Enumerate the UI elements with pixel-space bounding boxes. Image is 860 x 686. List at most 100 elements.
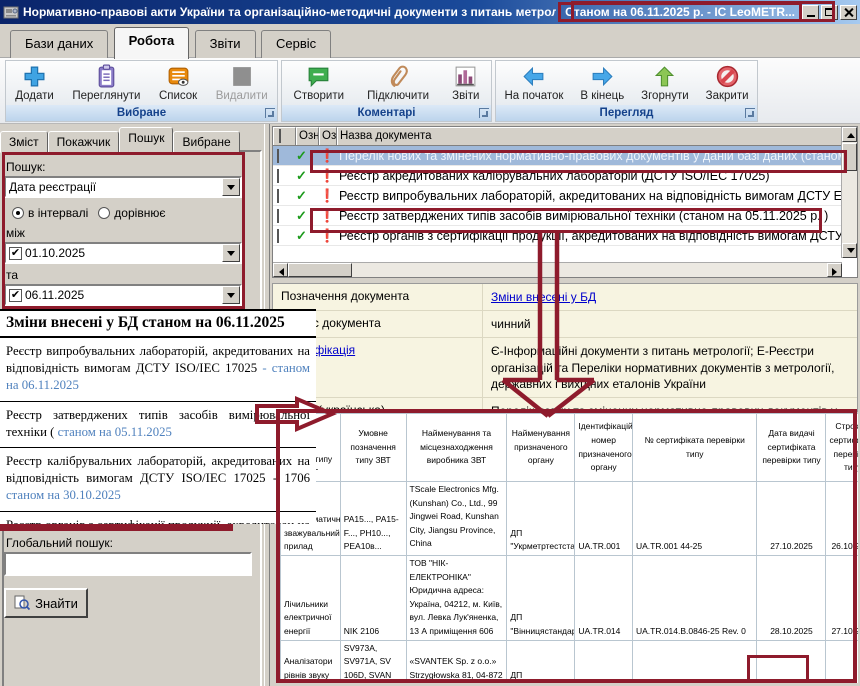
doc-title[interactable]: Реєстр затверджених типів засобів вимірю… [337,209,857,223]
arrow-up-icon [652,64,677,89]
annotation-bar [0,524,233,531]
check-mark-icon: ✓ [296,148,307,163]
tab-zvity[interactable]: Звіти [195,30,256,58]
global-search-input[interactable] [4,552,252,576]
exclamation-icon: ❗ [319,208,335,223]
column-ozn-2[interactable]: Озн [319,127,337,145]
close-db-label: Закрити [706,90,749,102]
dialog-launcher-icon[interactable] [479,108,489,118]
doc-row[interactable]: ✓ ❗ Перелік нових та змінених нормативно… [273,146,857,166]
check-mark-icon: ✓ [296,228,307,243]
minimize-button[interactable] [802,5,819,20]
collapse-button[interactable]: Згорнути [637,63,692,103]
column-doc-name[interactable]: Назва документа [337,127,857,145]
list-button-label: Список [159,90,197,102]
sidebar-tab-zmist[interactable]: Зміст [0,131,48,153]
date-to-select[interactable]: ✔ 06.11.2025 [4,284,242,306]
date-from-checkbox[interactable]: ✔ [9,247,22,260]
find-button[interactable]: Знайти [4,588,88,618]
reports-label: Звіти [452,90,479,102]
attach-button[interactable]: Підключити [363,63,433,103]
equipment-row: Лічильники електричної енергії NIK 2106 … [281,556,859,641]
scrollbar-thumb[interactable] [842,143,857,171]
header-checkbox-cell[interactable] [273,127,296,145]
scroll-right-button[interactable] [827,263,842,277]
add-button[interactable]: Додати [11,63,58,103]
exclamation-icon: ❗ [319,188,335,203]
row-checkbox[interactable] [277,169,279,183]
tab-robota[interactable]: Робота [114,27,190,59]
row-checkbox[interactable] [277,209,279,223]
col-header: Ідентифікаційний номер призначеного орга… [575,414,633,482]
doc-row[interactable]: ✓ ❗ Реєстр органів з сертифікації продук… [273,226,857,246]
close-db-button[interactable]: Закрити [702,63,753,103]
row-checkbox[interactable] [277,189,279,203]
chevron-down-icon[interactable] [222,244,240,262]
collapse-label: Згорнути [641,90,688,102]
list-button[interactable]: Список [155,63,201,103]
doc-title[interactable]: Реєстр випробувальних лабораторій, акред… [337,189,857,203]
cell: NIK 2106 [340,556,406,641]
doc-title[interactable]: Реєстр органів з сертифікації продукції,… [337,229,857,243]
check-mark-icon: ✓ [296,168,307,183]
tab-bazy-danykh[interactable]: Бази даних [10,30,108,58]
col-header: Дата видачі сертифіката перевірки типу [757,414,826,482]
create-comment-button[interactable]: Створити [290,63,348,103]
tab-servis[interactable]: Сервіс [261,30,331,58]
chevron-down-icon[interactable] [222,178,240,196]
date-to-checkbox[interactable]: ✔ [9,289,22,302]
changes-title: Зміни внесені у БД станом на 06.11.2025 [0,311,316,338]
delete-button-label: Видалити [216,90,268,102]
delete-button[interactable]: Видалити [212,63,272,103]
scrollbar-thumb[interactable] [288,263,352,277]
add-button-label: Додати [15,90,54,102]
go-last-button[interactable]: В кінець [576,63,628,103]
doc-title[interactable]: Перелік нових та змінених нормативно-пра… [337,149,857,163]
scroll-left-button[interactable] [273,263,288,277]
sidebar-tab-pokazhchyk[interactable]: Покажчик [48,131,120,153]
dialog-launcher-icon[interactable] [745,108,755,118]
maximize-button[interactable] [821,5,838,20]
search-field-select[interactable]: Дата реєстрації [4,176,242,198]
changes-popup: Зміни внесені у БД станом на 06.11.2025 … [0,309,316,524]
sidebar-tab-poshuk[interactable]: Пошук [119,127,173,153]
vertical-scrollbar[interactable] [841,127,857,258]
cell: 27.10.2025 [757,482,826,556]
horizontal-scrollbar[interactable] [273,262,842,277]
scroll-down-button[interactable] [842,243,857,258]
close-button[interactable] [840,5,857,20]
cell: Лічильники електричної енергії [281,556,341,641]
view-button-label: Переглянути [72,90,140,102]
and-label: та [6,268,240,282]
application-window: Нормативно-правові акти України та орган… [0,0,860,686]
row-checkbox[interactable] [277,149,279,163]
changes-entry: Реєстр органів з сертифікації продукції,… [0,512,316,524]
scroll-up-button[interactable] [842,127,857,142]
arrow-up-icon [847,129,855,138]
radio-equals[interactable] [98,207,110,219]
go-last-label: В кінець [580,90,624,102]
dialog-launcher-icon[interactable] [265,108,275,118]
arrow-left-icon [275,268,284,276]
cell: 27.10.2035 [826,556,858,641]
cell: ТОВ "НІК-ЕЛЕКТРОНІКА" Юридична адреса: У… [406,556,507,641]
doc-row[interactable]: ✓ ❗ Реєстр випробувальних лабораторій, а… [273,186,857,206]
sidebar-tab-vybrane[interactable]: Вибране [173,131,239,153]
col-header: Умовне позначення типу ЗВТ [340,414,406,482]
doc-row[interactable]: ✓ ❗ Реєстр акредитованих калібрувальних … [273,166,857,186]
radio-interval[interactable] [12,207,24,219]
chevron-down-icon[interactable] [222,286,240,304]
view-button[interactable]: Переглянути [68,63,144,103]
doc-title[interactable]: Реєстр акредитованих калібрувальних лабо… [337,169,857,183]
date-from-select[interactable]: ✔ 01.10.2025 [4,242,242,264]
col-header: Найменування та місцезнаходження виробни… [406,414,507,482]
row-checkbox[interactable] [277,229,279,243]
detail-row: Позначення документа Зміни внесені у БД [273,284,857,311]
reports-button[interactable]: Звіти [448,63,483,103]
doc-row[interactable]: ✓ ❗ Реєстр затверджених типів засобів ви… [273,206,857,226]
column-ozn-1[interactable]: Озн [296,127,319,145]
changes-link[interactable]: Зміни внесені у БД [491,290,596,304]
cell: 28.10.2025 [757,556,826,641]
go-first-button[interactable]: На початок [500,63,567,103]
attach-label: Підключити [367,90,429,102]
